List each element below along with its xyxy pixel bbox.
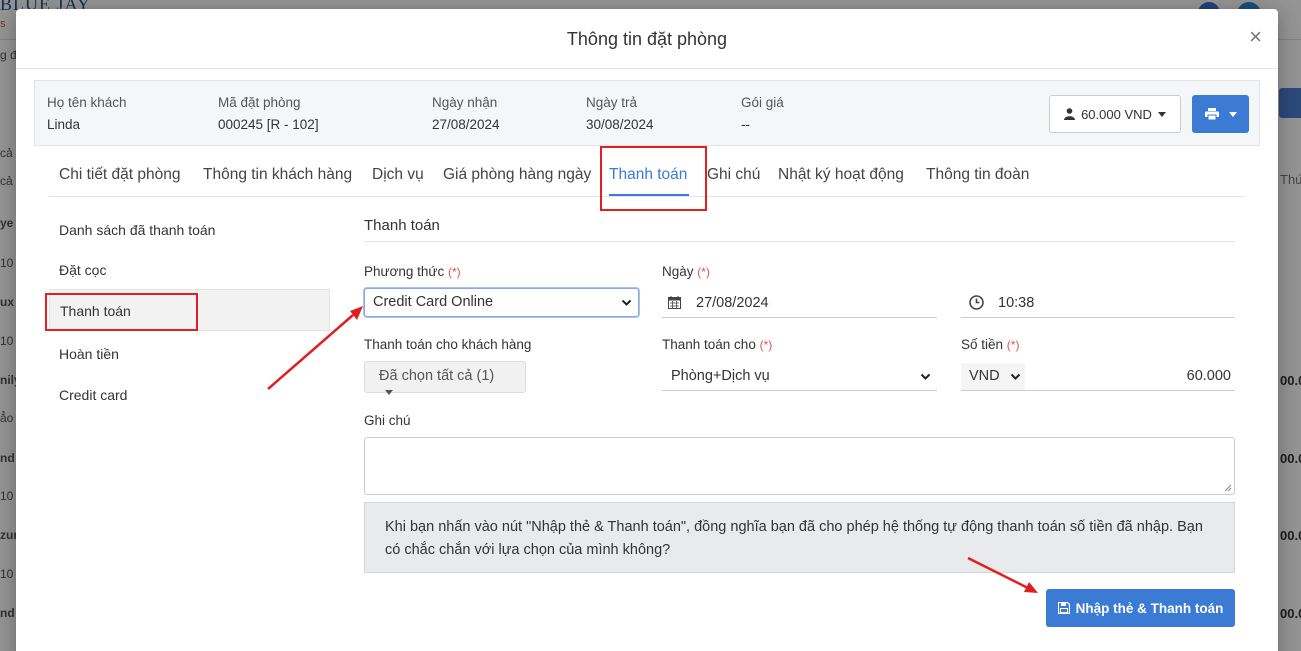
summary-label: Ngày trả xyxy=(586,95,638,110)
summary-booking-code: Mã đặt phòng 000245 [R - 102] xyxy=(218,95,319,132)
summary-value: Linda xyxy=(47,117,81,132)
payment-method-value: Credit Card Online xyxy=(373,294,494,310)
tab-daily-rates[interactable]: Giá phòng hàng ngày xyxy=(443,166,591,184)
caret-down-icon xyxy=(385,389,393,395)
date-label: Ngày (*) xyxy=(662,264,710,279)
summary-rate-plan: Gói giá -- xyxy=(741,95,784,132)
payment-method-select[interactable]: Credit Card Online xyxy=(364,288,639,317)
date-value: 27/08/2024 xyxy=(696,295,769,311)
summary-label: Họ tên khách xyxy=(47,95,127,110)
payment-form: Thanh toán Phương thức (*) Credit Card O… xyxy=(364,209,1235,495)
side-item-refund[interactable]: Hoàn tiền xyxy=(49,333,330,375)
customer-label: Thanh toán cho khách hàng xyxy=(364,337,532,352)
confirm-button-label: Nhập thẻ & Thanh toán xyxy=(1075,600,1224,616)
tab-group-info[interactable]: Thông tin đoàn xyxy=(926,166,1029,184)
tab-services[interactable]: Dịch vụ xyxy=(372,166,424,184)
tab-notes[interactable]: Ghi chú xyxy=(707,166,760,184)
save-icon xyxy=(1057,602,1070,614)
amount-value: 60.000 xyxy=(1186,368,1231,384)
tab-activity-log[interactable]: Nhật ký hoạt động xyxy=(778,166,904,184)
summary-guest-name: Họ tên khách Linda xyxy=(47,95,127,132)
method-label-text: Phương thức xyxy=(364,264,445,279)
pay-for-label: Thanh toán cho (*) xyxy=(662,337,772,352)
print-icon xyxy=(1204,108,1219,120)
summary-value: -- xyxy=(741,117,750,132)
close-icon[interactable]: × xyxy=(1249,26,1262,48)
chevron-down-icon xyxy=(920,373,931,380)
required-mark: (*) xyxy=(759,338,773,352)
date-input[interactable]: 27/08/2024 xyxy=(662,290,937,318)
required-mark: (*) xyxy=(1006,338,1020,352)
side-item-paid-list[interactable]: Danh sách đã thanh toán xyxy=(49,209,330,251)
highlight-box-tab xyxy=(600,146,707,211)
customer-multiselect[interactable]: Đã chọn tất cả (1) xyxy=(364,361,526,395)
amount-label-text: Số tiền xyxy=(961,337,1004,352)
summary-label: Ngày nhận xyxy=(432,95,498,110)
summary-value: 27/08/2024 xyxy=(432,117,500,132)
customer-multiselect-value: Đã chọn tất cả (1) xyxy=(379,368,495,384)
calendar-icon xyxy=(668,296,681,309)
required-mark: (*) xyxy=(697,265,710,279)
tab-booking-details[interactable]: Chi tiết đặt phòng xyxy=(59,166,181,184)
price-value: 60.000 VND xyxy=(1081,106,1152,122)
time-input[interactable]: 10:38 xyxy=(961,290,1235,318)
side-item-credit-card[interactable]: Credit card xyxy=(49,374,330,416)
chevron-down-icon xyxy=(1010,373,1021,380)
resize-handle-icon xyxy=(1224,484,1232,492)
caret-down-icon xyxy=(1228,111,1237,117)
modal-title: Thông tin đặt phòng xyxy=(566,29,728,49)
pay-for-select[interactable]: Phòng+Dịch vụ xyxy=(662,363,937,391)
amount-label: Số tiền (*) xyxy=(961,337,1019,352)
summary-checkout-date: Ngày trả 30/08/2024 xyxy=(586,95,654,132)
clock-icon xyxy=(969,295,984,310)
currency-value: VND xyxy=(969,368,1000,384)
time-value: 10:38 xyxy=(998,295,1035,311)
note-textarea[interactable] xyxy=(364,437,1235,495)
side-item-deposit[interactable]: Đặt cọc xyxy=(49,249,330,291)
summary-value: 000245 [R - 102] xyxy=(218,117,319,132)
print-button[interactable] xyxy=(1192,95,1249,133)
price-dropdown-button[interactable]: 60.000 VND xyxy=(1049,95,1181,133)
summary-label: Gói giá xyxy=(741,95,784,110)
highlight-box-side-item xyxy=(45,293,198,331)
summary-checkin-date: Ngày nhận 27/08/2024 xyxy=(432,95,500,132)
modal-header: Thông tin đặt phòng × xyxy=(16,9,1278,69)
required-mark: (*) xyxy=(447,265,461,279)
enter-card-and-pay-button[interactable]: Nhập thẻ & Thanh toán xyxy=(1046,589,1235,627)
method-label: Phương thức (*) xyxy=(364,264,461,279)
pay-for-value: Phòng+Dịch vụ xyxy=(671,368,770,384)
pay-for-label-text: Thanh toán cho xyxy=(662,337,756,352)
summary-value: 30/08/2024 xyxy=(586,117,654,132)
booking-info-modal: Thông tin đặt phòng × Họ tên khách Linda… xyxy=(16,9,1278,651)
amount-input[interactable]: 60.000 xyxy=(1025,363,1235,391)
date-label-text: Ngày xyxy=(662,264,694,279)
caret-down-icon xyxy=(1157,111,1166,117)
confirmation-notice: Khi bạn nhấn vào nút "Nhập thẻ & Thanh t… xyxy=(364,502,1235,573)
chevron-down-icon xyxy=(621,299,632,306)
note-label: Ghi chú xyxy=(364,413,411,428)
currency-select[interactable]: VND xyxy=(961,363,1025,391)
user-icon xyxy=(1064,108,1076,120)
tab-customer-info[interactable]: Thông tin khách hàng xyxy=(203,166,352,184)
summary-label: Mã đặt phòng xyxy=(218,95,301,110)
booking-summary: Họ tên khách Linda Mã đặt phòng 000245 [… xyxy=(34,80,1260,146)
form-title: Thanh toán xyxy=(364,209,1235,242)
